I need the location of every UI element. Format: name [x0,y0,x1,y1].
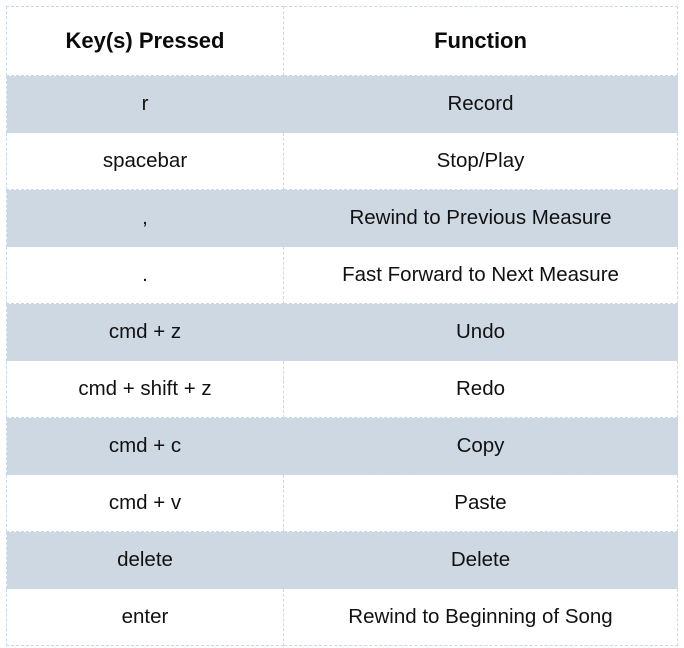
cell-function: Fast Forward to Next Measure [283,246,678,304]
shortcuts-table-container: Key(s) Pressed Function r Record spacebar S… [6,6,678,646]
table-row: delete Delete [6,531,678,589]
table-header-row: Key(s) Pressed Function [6,6,678,76]
table-body: r Record spacebar Stop/Play, Rewind to Previ… [6,75,678,646]
table-row: spacebar Stop/Play [6,132,678,190]
cell-keys: r [6,75,284,133]
column-header-keys: Key(s) Pressed [6,6,284,76]
cell-function: Undo [283,303,678,361]
cell-keys: delete [6,531,284,589]
keyboard-shortcuts-table: Key(s) Pressed Function r Record spacebar S… [6,6,678,646]
table-header: Key(s) Pressed Function [6,6,678,76]
cell-keys: cmd + shift + z [6,360,284,418]
cell-keys: cmd + z [6,303,284,361]
cell-keys: spacebar [6,132,284,190]
cell-keys: , [6,189,284,247]
table-row: cmd + v Paste [6,474,678,532]
table-row: . Fast Forward to Next Measure [6,246,678,304]
cell-keys: cmd + v [6,474,284,532]
cell-function: Redo [283,360,678,418]
cell-function: Record [283,75,678,133]
table-row: r Record [6,75,678,133]
cell-function: Paste [283,474,678,532]
table-row: , Rewind to Previous Measure [6,189,678,247]
cell-function: Copy [283,417,678,475]
table-row: enter Rewind to Beginning of Song [6,588,678,646]
cell-keys: enter [6,588,284,646]
cell-function: Delete [283,531,678,589]
table-row: cmd + c Copy [6,417,678,475]
table-row: cmd + z Undo [6,303,678,361]
cell-keys: cmd + c [6,417,284,475]
cell-function: Stop/Play [283,132,678,190]
column-header-function: Function [283,6,678,76]
cell-keys: . [6,246,284,304]
cell-function: Rewind to Previous Measure [283,189,678,247]
cell-function: Rewind to Beginning of Song [283,588,678,646]
table-row: cmd + shift + z Redo [6,360,678,418]
